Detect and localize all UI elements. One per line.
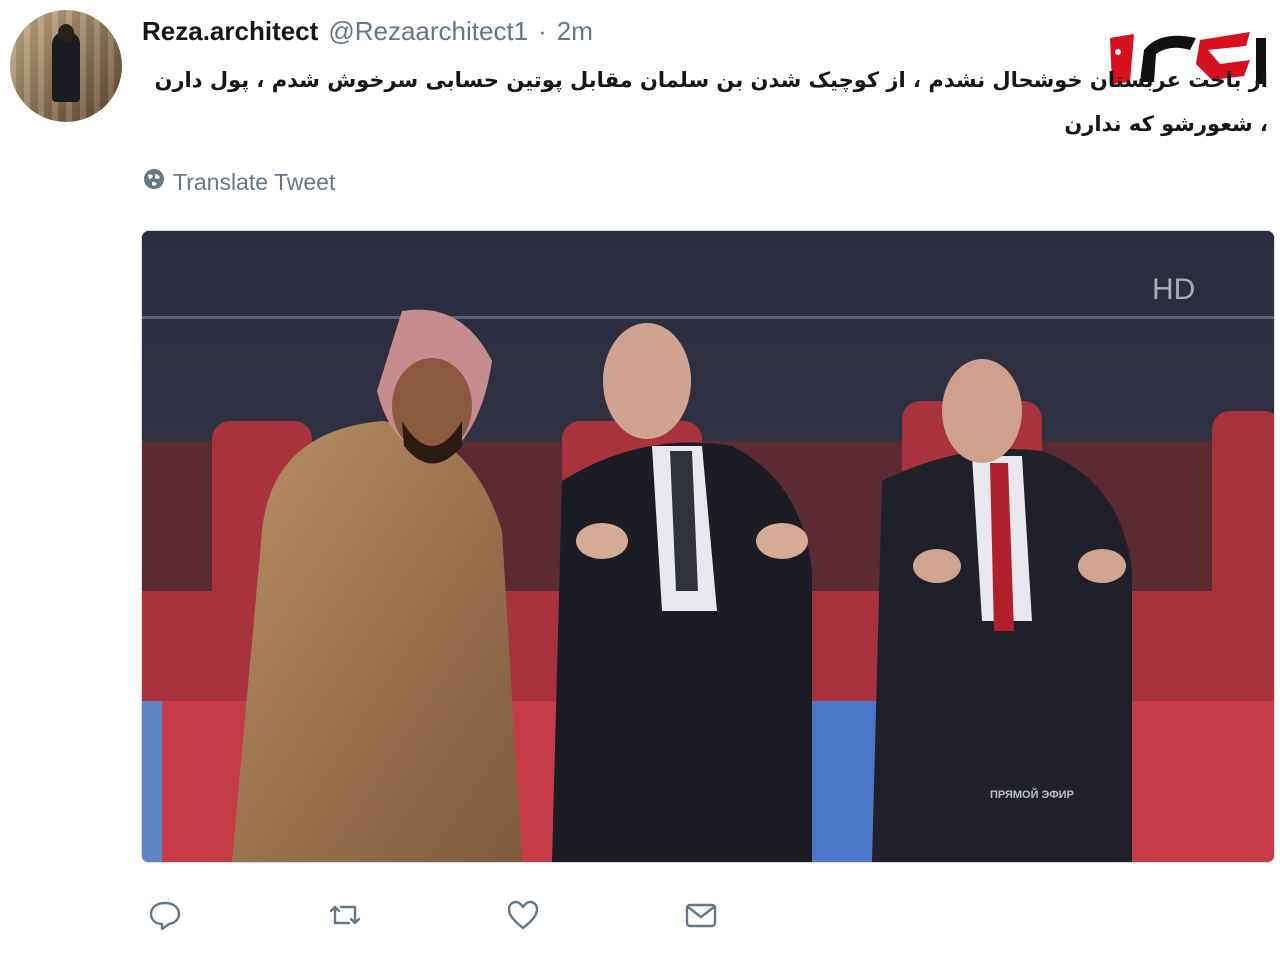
tweet-header: Reza.architect @Rezaarchitect1 · 2m bbox=[142, 16, 593, 52]
direct-message-button[interactable] bbox=[676, 890, 726, 940]
tweet-media-image[interactable]: HD ПРЯМОЙ ЭФИР bbox=[141, 230, 1275, 863]
display-name[interactable]: Reza.architect bbox=[142, 16, 318, 47]
avatar-person bbox=[52, 32, 80, 102]
globe-icon bbox=[143, 168, 165, 196]
tweet-timestamp[interactable]: 2m bbox=[557, 16, 593, 47]
reply-button[interactable] bbox=[140, 890, 190, 940]
profile-avatar[interactable] bbox=[10, 10, 122, 122]
translate-label: Translate Tweet bbox=[173, 168, 336, 195]
header-separator: · bbox=[538, 16, 547, 46]
user-handle[interactable]: @Rezaarchitect1 bbox=[328, 16, 528, 47]
tweet-actions-bar bbox=[140, 890, 760, 940]
stadium-scene: HD ПРЯМОЙ ЭФИР bbox=[142, 231, 1274, 862]
reply-icon bbox=[149, 901, 181, 931]
like-button[interactable] bbox=[498, 890, 548, 940]
broadcaster-hd-mark: HD bbox=[1152, 273, 1195, 306]
direct-message-icon bbox=[685, 903, 717, 928]
tweet-text: از باخت عربستان خوشحال نشدم ، از کوچیک ش… bbox=[154, 68, 1268, 136]
like-icon bbox=[507, 900, 539, 930]
retweet-icon bbox=[329, 905, 361, 925]
live-caption: ПРЯМОЙ ЭФИР bbox=[990, 788, 1074, 801]
translate-tweet-link[interactable]: Translate Tweet bbox=[143, 168, 335, 196]
retweet-button[interactable] bbox=[320, 890, 370, 940]
avatar-head bbox=[58, 24, 74, 42]
